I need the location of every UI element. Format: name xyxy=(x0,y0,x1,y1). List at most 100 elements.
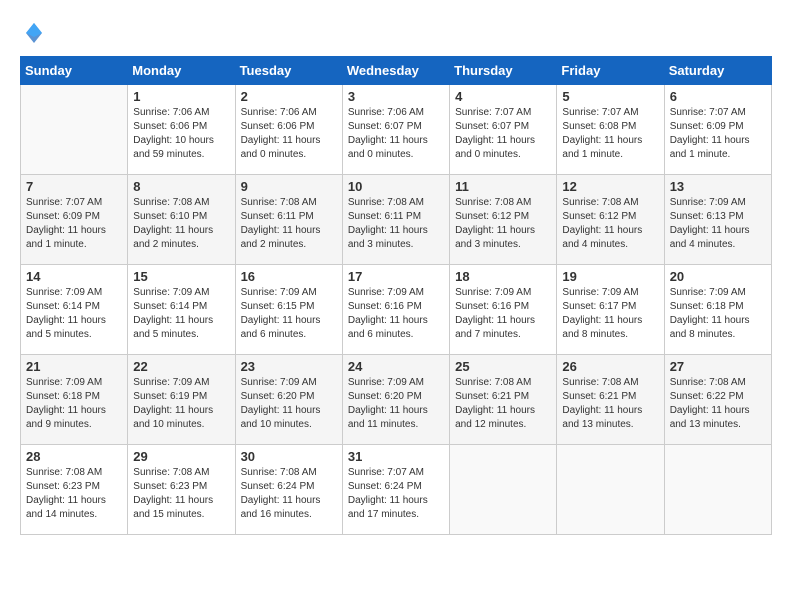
day-info: Sunrise: 7:08 AMSunset: 6:21 PMDaylight:… xyxy=(562,376,658,432)
day-cell: 6Sunrise: 7:07 AMSunset: 6:09 PMDaylight… xyxy=(664,85,771,175)
weekday-header-row: SundayMondayTuesdayWednesdayThursdayFrid… xyxy=(21,57,772,85)
day-cell xyxy=(21,85,128,175)
day-number: 2 xyxy=(241,89,337,104)
day-number: 27 xyxy=(670,359,766,374)
day-cell xyxy=(557,445,664,535)
day-number: 21 xyxy=(26,359,122,374)
day-number: 25 xyxy=(455,359,551,374)
day-number: 3 xyxy=(348,89,444,104)
day-cell: 19 Sunrise: 7:09 AMSunset: 6:17 PMDayligh… xyxy=(557,265,664,355)
logo xyxy=(20,20,46,46)
day-info: Sunrise: 7:09 AMSunset: 6:13 PMDaylight:… xyxy=(670,196,766,252)
day-cell: 23 Sunrise: 7:09 AMSunset: 6:20 PMDayligh… xyxy=(235,355,342,445)
day-info: Sunrise: 7:09 AMSunset: 6:17 PMDaylight:… xyxy=(562,286,658,342)
day-number: 5 xyxy=(562,89,658,104)
day-info: Sunrise: 7:08 AMSunset: 6:23 PMDaylight:… xyxy=(26,466,122,522)
day-number: 29 xyxy=(133,449,229,464)
day-number: 4 xyxy=(455,89,551,104)
day-info: Sunrise: 7:08 AMSunset: 6:12 PMDaylight:… xyxy=(455,196,551,252)
week-row-3: 14 Sunrise: 7:09 AMSunset: 6:14 PMDayligh… xyxy=(21,265,772,355)
day-info: Sunrise: 7:09 AMSunset: 6:14 PMDaylight:… xyxy=(133,286,229,342)
day-cell: 15 Sunrise: 7:09 AMSunset: 6:14 PMDayligh… xyxy=(128,265,235,355)
day-number: 30 xyxy=(241,449,337,464)
day-cell: 24Sunrise: 7:09 AMSunset: 6:20 PMDayligh… xyxy=(342,355,449,445)
day-cell: 1Sunrise: 7:06 AMSunset: 6:06 PMDaylight… xyxy=(128,85,235,175)
day-cell: 28 Sunrise: 7:08 AMSunset: 6:23 PMDayligh… xyxy=(21,445,128,535)
day-info: Sunrise: 7:07 AMSunset: 6:07 PMDaylight:… xyxy=(455,106,551,162)
week-row-5: 28 Sunrise: 7:08 AMSunset: 6:23 PMDayligh… xyxy=(21,445,772,535)
day-cell: 26Sunrise: 7:08 AMSunset: 6:21 PMDayligh… xyxy=(557,355,664,445)
day-cell: 10 Sunrise: 7:08 AMSunset: 6:11 PMDayligh… xyxy=(342,175,449,265)
day-info: Sunrise: 7:09 AMSunset: 6:15 PMDaylight:… xyxy=(241,286,337,342)
weekday-header-monday: Monday xyxy=(128,57,235,85)
day-number: 10 xyxy=(348,179,444,194)
page-header xyxy=(20,20,772,46)
day-cell: 22Sunrise: 7:09 AMSunset: 6:19 PMDayligh… xyxy=(128,355,235,445)
day-cell: 9 Sunrise: 7:08 AMSunset: 6:11 PMDaylight… xyxy=(235,175,342,265)
day-info: Sunrise: 7:09 AMSunset: 6:20 PMDaylight:… xyxy=(241,376,337,432)
day-cell: 7 Sunrise: 7:07 AMSunset: 6:09 PMDaylight… xyxy=(21,175,128,265)
day-cell xyxy=(450,445,557,535)
day-number: 9 xyxy=(241,179,337,194)
day-info: Sunrise: 7:07 AMSunset: 6:09 PMDaylight:… xyxy=(670,106,766,162)
day-number: 14 xyxy=(26,269,122,284)
weekday-header-thursday: Thursday xyxy=(450,57,557,85)
day-cell: 2 Sunrise: 7:06 AMSunset: 6:06 PMDaylight… xyxy=(235,85,342,175)
day-number: 11 xyxy=(455,179,551,194)
day-info: Sunrise: 7:08 AMSunset: 6:10 PMDaylight:… xyxy=(133,196,229,252)
day-info: Sunrise: 7:09 AMSunset: 6:20 PMDaylight:… xyxy=(348,376,444,432)
day-number: 7 xyxy=(26,179,122,194)
day-info: Sunrise: 7:08 AMSunset: 6:11 PMDaylight:… xyxy=(348,196,444,252)
day-info: Sunrise: 7:06 AMSunset: 6:06 PMDaylight:… xyxy=(241,106,337,162)
day-info: Sunrise: 7:08 AMSunset: 6:11 PMDaylight:… xyxy=(241,196,337,252)
day-cell: 21 Sunrise: 7:09 AMSunset: 6:18 PMDayligh… xyxy=(21,355,128,445)
day-number: 20 xyxy=(670,269,766,284)
day-cell: 14 Sunrise: 7:09 AMSunset: 6:14 PMDayligh… xyxy=(21,265,128,355)
day-cell: 11 Sunrise: 7:08 AMSunset: 6:12 PMDayligh… xyxy=(450,175,557,265)
weekday-header-tuesday: Tuesday xyxy=(235,57,342,85)
day-number: 18 xyxy=(455,269,551,284)
day-number: 23 xyxy=(241,359,337,374)
day-cell: 27 Sunrise: 7:08 AMSunset: 6:22 PMDayligh… xyxy=(664,355,771,445)
day-number: 16 xyxy=(241,269,337,284)
day-cell: 20Sunrise: 7:09 AMSunset: 6:18 PMDayligh… xyxy=(664,265,771,355)
day-cell: 12 Sunrise: 7:08 AMSunset: 6:12 PMDayligh… xyxy=(557,175,664,265)
week-row-1: 1Sunrise: 7:06 AMSunset: 6:06 PMDaylight… xyxy=(21,85,772,175)
day-number: 19 xyxy=(562,269,658,284)
day-number: 22 xyxy=(133,359,229,374)
day-info: Sunrise: 7:08 AMSunset: 6:21 PMDaylight:… xyxy=(455,376,551,432)
day-cell: 5 Sunrise: 7:07 AMSunset: 6:08 PMDaylight… xyxy=(557,85,664,175)
day-cell: 18 Sunrise: 7:09 AMSunset: 6:16 PMDayligh… xyxy=(450,265,557,355)
day-info: Sunrise: 7:09 AMSunset: 6:18 PMDaylight:… xyxy=(26,376,122,432)
day-info: Sunrise: 7:08 AMSunset: 6:22 PMDaylight:… xyxy=(670,376,766,432)
day-info: Sunrise: 7:08 AMSunset: 6:24 PMDaylight:… xyxy=(241,466,337,522)
week-row-2: 7 Sunrise: 7:07 AMSunset: 6:09 PMDaylight… xyxy=(21,175,772,265)
day-info: Sunrise: 7:09 AMSunset: 6:14 PMDaylight:… xyxy=(26,286,122,342)
day-cell: 31Sunrise: 7:07 AMSunset: 6:24 PMDayligh… xyxy=(342,445,449,535)
day-info: Sunrise: 7:07 AMSunset: 6:08 PMDaylight:… xyxy=(562,106,658,162)
day-number: 15 xyxy=(133,269,229,284)
day-cell: 16 Sunrise: 7:09 AMSunset: 6:15 PMDayligh… xyxy=(235,265,342,355)
day-cell: 4 Sunrise: 7:07 AMSunset: 6:07 PMDaylight… xyxy=(450,85,557,175)
day-cell: 3Sunrise: 7:06 AMSunset: 6:07 PMDaylight… xyxy=(342,85,449,175)
day-info: Sunrise: 7:07 AMSunset: 6:24 PMDaylight:… xyxy=(348,466,444,522)
weekday-header-friday: Friday xyxy=(557,57,664,85)
day-number: 17 xyxy=(348,269,444,284)
week-row-4: 21 Sunrise: 7:09 AMSunset: 6:18 PMDayligh… xyxy=(21,355,772,445)
day-cell xyxy=(664,445,771,535)
weekday-header-sunday: Sunday xyxy=(21,57,128,85)
day-cell: 29Sunrise: 7:08 AMSunset: 6:23 PMDayligh… xyxy=(128,445,235,535)
day-cell: 8 Sunrise: 7:08 AMSunset: 6:10 PMDaylight… xyxy=(128,175,235,265)
day-info: Sunrise: 7:06 AMSunset: 6:06 PMDaylight:… xyxy=(133,106,229,162)
day-number: 28 xyxy=(26,449,122,464)
day-number: 13 xyxy=(670,179,766,194)
day-info: Sunrise: 7:07 AMSunset: 6:09 PMDaylight:… xyxy=(26,196,122,252)
calendar-table: SundayMondayTuesdayWednesdayThursdayFrid… xyxy=(20,56,772,535)
day-info: Sunrise: 7:09 AMSunset: 6:16 PMDaylight:… xyxy=(455,286,551,342)
day-info: Sunrise: 7:08 AMSunset: 6:12 PMDaylight:… xyxy=(562,196,658,252)
day-info: Sunrise: 7:09 AMSunset: 6:16 PMDaylight:… xyxy=(348,286,444,342)
day-number: 8 xyxy=(133,179,229,194)
logo-icon xyxy=(22,21,46,45)
day-number: 12 xyxy=(562,179,658,194)
day-cell: 30 Sunrise: 7:08 AMSunset: 6:24 PMDayligh… xyxy=(235,445,342,535)
